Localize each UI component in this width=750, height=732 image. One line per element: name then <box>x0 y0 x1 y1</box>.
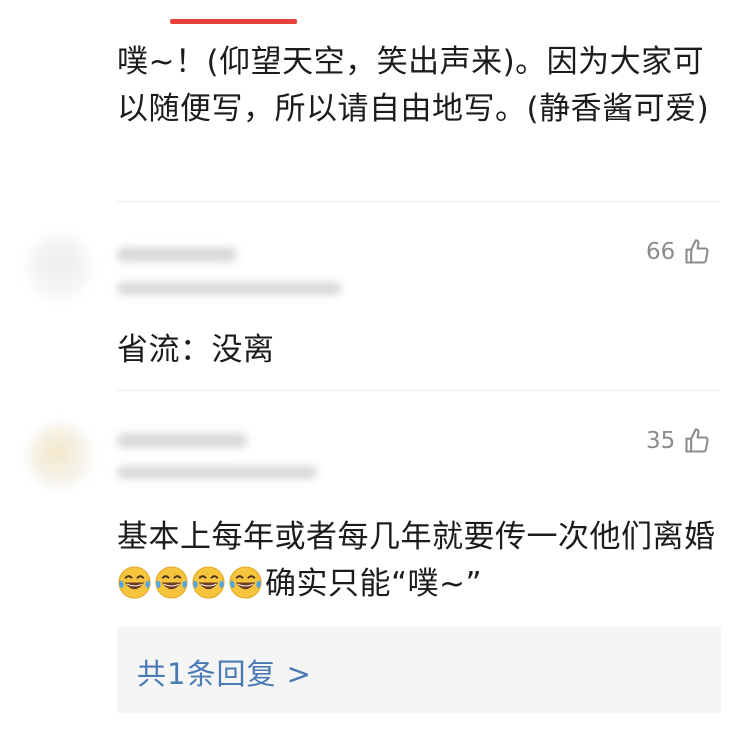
thumbs-up-icon <box>685 239 709 264</box>
like-button[interactable]: 35 <box>646 427 711 455</box>
comment-meta <box>117 466 317 479</box>
username[interactable] <box>117 247 237 262</box>
comment-text: 基本上每年或者每几年就要传一次他们离婚确实只能“噗~” <box>117 514 717 608</box>
comment-text: 省流：没离 <box>117 332 275 368</box>
view-replies-link[interactable]: 共1条回复 > <box>137 651 312 693</box>
like-count: 66 <box>646 239 676 265</box>
active-tab-indicator <box>170 19 297 24</box>
laughing-tears-emoji <box>155 566 188 599</box>
comment-meta <box>117 282 342 295</box>
username[interactable] <box>117 433 247 448</box>
laughing-tears-emoji <box>118 566 151 599</box>
laughing-tears-emoji <box>192 566 225 599</box>
divider <box>117 390 720 391</box>
avatar[interactable] <box>26 234 92 300</box>
avatar[interactable] <box>28 424 92 488</box>
thumbs-up-icon <box>685 428 709 453</box>
emoji-group <box>117 566 265 602</box>
comment-text-part: 基本上每年或者每几年就要传一次他们离婚 <box>117 519 716 555</box>
like-button[interactable]: 66 <box>646 238 711 266</box>
reply-summary-box: 共1条回复 > <box>117 627 721 713</box>
laughing-tears-emoji <box>229 566 262 599</box>
like-count: 35 <box>646 428 676 454</box>
divider <box>117 201 720 202</box>
comment-text: 噗~！(仰望天空，笑出声来)。因为大家可以随便写，所以请自由地写。(静香酱可爱) <box>117 44 710 127</box>
comment-text-part: 确实只能“噗~” <box>265 566 483 602</box>
